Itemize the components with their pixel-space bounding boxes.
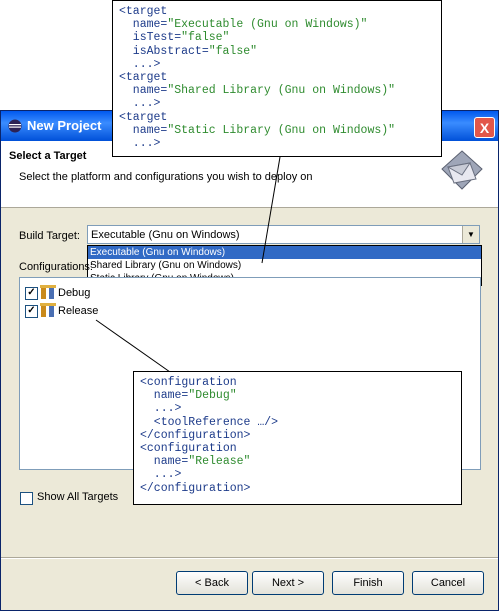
code-line: </configuration> [140, 429, 455, 442]
code-token: <target [119, 110, 168, 124]
code-token: isTest= [119, 31, 182, 45]
code-token: <configuration [140, 442, 237, 456]
code-line: </configuration> [140, 482, 455, 495]
code-token: name= [140, 455, 189, 469]
code-token: "Executable (Gnu on Windows)" [167, 18, 368, 32]
code-line: <target [119, 5, 435, 18]
code-token: name= [140, 389, 189, 403]
code-token: <configuration [140, 376, 237, 389]
code-line: name="Static Library (Gnu on Windows)" [119, 124, 435, 137]
code-line: name="Shared Library (Gnu on Windows)" [119, 84, 435, 97]
code-line: name="Executable (Gnu on Windows)" [119, 18, 435, 31]
code-token: name= [119, 84, 168, 98]
code-token: ...> [140, 468, 182, 482]
target-xml-callout: <target name="Executable (Gnu on Windows… [112, 0, 442, 157]
code-line: <toolReference …/> [140, 416, 455, 429]
code-line: isTest="false" [119, 31, 435, 44]
code-line: <configuration [140, 442, 455, 455]
code-token: "Static Library (Gnu on Windows)" [167, 123, 396, 137]
code-line: name="Debug" [140, 389, 455, 402]
code-line: isAbstract="false" [119, 45, 435, 58]
configuration-xml-callout: <configuration name="Debug" ...> <toolRe… [133, 371, 462, 505]
code-line: <configuration [140, 376, 455, 389]
code-token: </configuration> [140, 481, 251, 495]
code-token: </configuration> [140, 428, 251, 442]
code-token: <toolReference …/> [140, 415, 279, 429]
code-token: isAbstract= [119, 44, 209, 58]
code-line: <target [119, 111, 435, 124]
code-token: "Debug" [188, 389, 237, 403]
code-line: ...> [119, 58, 435, 71]
code-line: <target [119, 71, 435, 84]
code-token: "Release" [188, 455, 251, 469]
code-token: ...> [119, 137, 161, 151]
code-line: ...> [119, 137, 435, 150]
code-token: ...> [140, 402, 182, 416]
code-token: "false" [208, 44, 258, 58]
code-token: <target [119, 71, 168, 85]
code-token: ...> [119, 57, 161, 71]
code-token: name= [119, 18, 168, 32]
code-line: name="Release" [140, 455, 455, 468]
code-line: ...> [119, 97, 435, 110]
code-token: "false" [181, 31, 230, 45]
code-token: ...> [119, 97, 161, 111]
config-connector-line [95, 319, 171, 373]
code-token: <target [119, 5, 168, 18]
code-token: name= [119, 123, 168, 137]
code-line: ...> [140, 402, 455, 415]
target-connector-line [261, 156, 281, 264]
code-token: "Shared Library (Gnu on Windows)" [167, 84, 396, 98]
code-line: ...> [140, 468, 455, 481]
